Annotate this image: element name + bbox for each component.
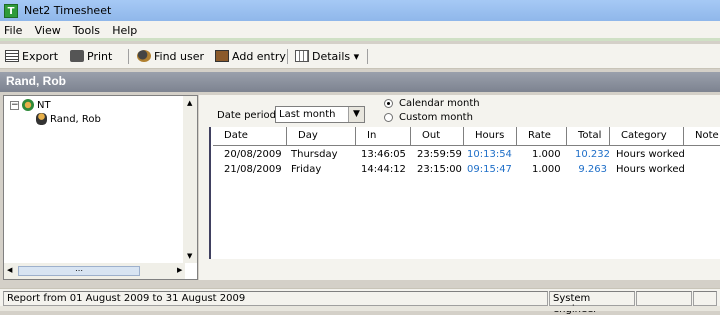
scroll-right-icon[interactable]: ▶ <box>177 266 182 274</box>
tree-vertical-scrollbar[interactable]: ▲ ▼ <box>183 96 197 263</box>
column-header-date[interactable]: Date <box>213 127 287 146</box>
toolbar-separator <box>367 49 368 64</box>
column-header-in[interactable]: In <box>356 127 411 146</box>
add-entry-button[interactable]: Add entry <box>215 48 286 64</box>
add-entry-label: Add entry <box>232 49 286 63</box>
scroll-up-icon[interactable]: ▲ <box>187 99 192 107</box>
cell-rate: 1.000 <box>532 149 561 160</box>
cell-day: Thursday <box>291 149 338 160</box>
cell-in: 13:46:05 <box>361 149 406 160</box>
export-icon <box>5 50 19 62</box>
custom-month-label: Custom month <box>399 112 473 123</box>
details-icon <box>295 50 309 62</box>
find-user-label: Find user <box>154 49 205 63</box>
find-user-icon <box>137 50 151 62</box>
column-header-total[interactable]: Total <box>567 127 610 146</box>
radio-unselected-icon <box>384 113 393 122</box>
add-entry-icon <box>215 50 229 62</box>
column-header-note[interactable]: Note <box>684 127 720 146</box>
menu-divider <box>0 38 720 41</box>
scroll-left-icon[interactable]: ◀ <box>7 266 12 274</box>
calendar-month-radio[interactable]: Calendar month <box>384 98 480 109</box>
role-status: System engineer <box>549 291 635 315</box>
status-bar: Report from 01 August 2009 to 31 August … <box>0 288 720 315</box>
print-label: Print <box>87 49 113 63</box>
group-icon <box>22 99 34 111</box>
dropdown-arrow-icon[interactable]: ▼ <box>348 107 364 122</box>
cell-rate: 1.000 <box>532 164 561 175</box>
cell-in: 14:44:12 <box>361 164 406 175</box>
user-name-title: Rand, Rob <box>6 74 66 88</box>
status-panel-empty <box>693 291 717 306</box>
column-header-category[interactable]: Category <box>610 127 684 146</box>
tree-root-label: NT <box>37 99 51 111</box>
export-label: Export <box>22 49 59 63</box>
radio-selected-icon <box>384 99 393 108</box>
column-header-day[interactable]: Day <box>287 127 356 146</box>
menu-bar: File View Tools Help <box>0 21 720 41</box>
export-button[interactable]: Export <box>5 48 58 64</box>
cell-out: 23:15:00 <box>417 164 462 175</box>
menu-view[interactable]: View <box>31 21 66 37</box>
title-bar: T Net2 Timesheet <box>0 0 720 21</box>
cell-total: 10.232 <box>575 149 610 160</box>
cell-hours: 09:15:47 <box>467 164 512 175</box>
column-header-rate[interactable]: Rate <box>517 127 567 146</box>
user-tree: − NT Rand, Rob ▲ ▼ ◀ ⋯ ▶ <box>3 95 198 280</box>
find-user-button[interactable]: Find user <box>137 48 204 64</box>
timesheet-table: Date Day In Out Hours Rate Total Categor… <box>209 127 720 259</box>
cell-category: Hours worked <box>616 164 685 175</box>
scrollbar-thumb[interactable]: ⋯ <box>18 266 140 276</box>
scroll-down-icon[interactable]: ▼ <box>187 252 192 260</box>
menu-tools[interactable]: Tools <box>69 21 105 37</box>
cell-day: Friday <box>291 164 322 175</box>
cell-category: Hours worked <box>616 149 685 160</box>
tree-node-user[interactable]: Rand, Rob <box>36 113 101 125</box>
report-range-status: Report from 01 August 2009 to 31 August … <box>3 291 548 306</box>
status-panel-empty <box>636 291 692 306</box>
window-bottom-border <box>0 306 720 311</box>
date-period-value: Last month <box>279 109 336 120</box>
tree-node-root[interactable]: − NT <box>10 99 51 111</box>
cell-total: 9.263 <box>578 164 607 175</box>
tree-user-label: Rand, Rob <box>50 113 101 125</box>
calendar-month-label: Calendar month <box>399 98 480 109</box>
window-title: Net2 Timesheet <box>24 4 112 17</box>
cell-hours: 10:13:54 <box>467 149 512 160</box>
details-label: Details ▾ <box>312 49 360 63</box>
date-period-label: Date period <box>217 110 276 121</box>
user-icon <box>36 113 47 125</box>
collapse-icon[interactable]: − <box>10 100 19 110</box>
details-button[interactable]: Details ▾ <box>295 48 359 64</box>
column-header-hours[interactable]: Hours <box>464 127 517 146</box>
user-header: Rand, Rob <box>0 72 720 92</box>
cell-out: 23:59:59 <box>417 149 462 160</box>
toolbar: Export Print Find user Add entry Details… <box>0 44 720 69</box>
menu-file[interactable]: File <box>0 21 27 37</box>
cell-date: 21/08/2009 <box>224 164 282 175</box>
column-header-out[interactable]: Out <box>411 127 464 146</box>
cell-date: 20/08/2009 <box>224 149 282 160</box>
toolbar-separator <box>128 49 129 64</box>
menu-help[interactable]: Help <box>108 21 142 37</box>
toolbar-separator <box>287 49 288 64</box>
print-button[interactable]: Print <box>70 48 112 64</box>
date-period-select[interactable]: Last month ▼ <box>275 106 365 123</box>
tree-horizontal-scrollbar[interactable]: ◀ ⋯ ▶ <box>4 263 185 279</box>
custom-month-radio[interactable]: Custom month <box>384 112 473 123</box>
printer-icon <box>70 50 84 62</box>
app-icon: T <box>4 4 18 18</box>
